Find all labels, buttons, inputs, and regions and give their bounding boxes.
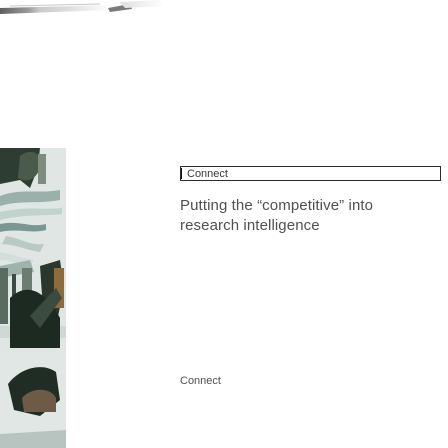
collage-image-icon [0,148,66,448]
gradient-banner-icon [0,0,165,16]
article-thumbnail[interactable] [0,148,66,448]
search-input[interactable] [181,167,446,180]
connect-link[interactable]: Connect [180,375,221,387]
article-headline[interactable]: Putting the “competitive” into research … [180,196,400,236]
header-banner-image [0,0,448,16]
text-cursor [181,168,182,179]
search-field[interactable] [180,166,446,181]
